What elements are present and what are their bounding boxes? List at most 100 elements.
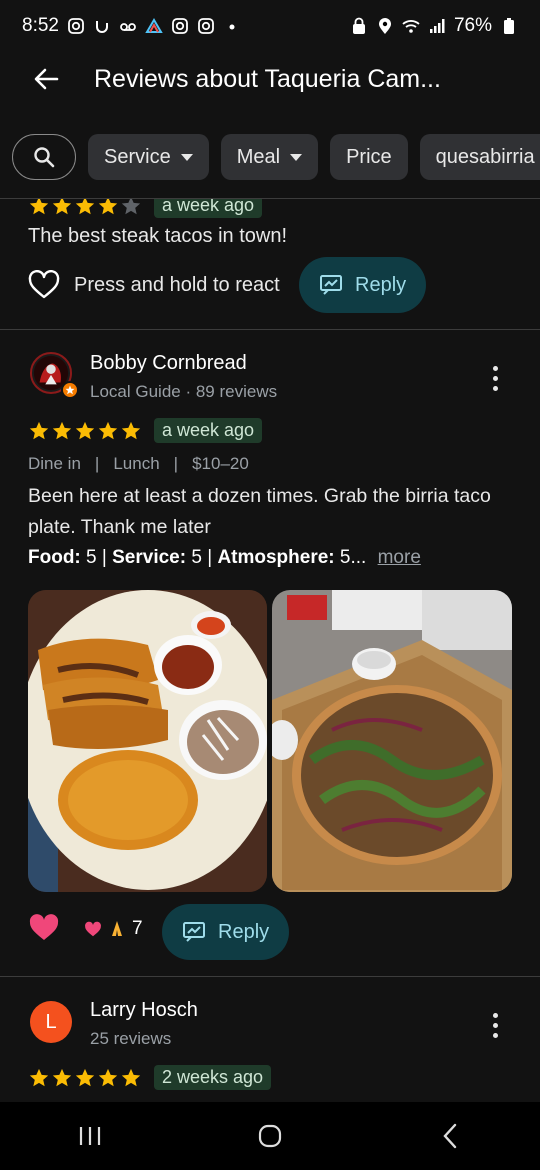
atmosphere-value: 5... (339, 547, 367, 568)
review-card-previous: a week ago The best steak tacos in town!… (0, 199, 540, 329)
praying-hands-icon (112, 921, 122, 936)
review-ratings: Food: 5 | Service: 5 | Atmosphere: 5... … (28, 547, 421, 568)
more-notifications-dot-icon (223, 17, 241, 35)
local-guide-badge-icon (61, 381, 79, 399)
star-rating (28, 420, 142, 442)
react-button[interactable]: Press and hold to react (28, 270, 280, 300)
chip-label: Price (346, 145, 392, 168)
back-button[interactable] (20, 53, 72, 105)
tag-dine-in: Dine in (28, 454, 81, 473)
tag-separator: | (94, 454, 100, 473)
reaction-summary[interactable]: 7 (84, 918, 143, 940)
reviewer-meta: 25 reviews (90, 1029, 172, 1048)
app-header: Reviews about Taqueria Cam... (0, 52, 540, 106)
reply-label: Reply (218, 920, 270, 943)
atmosphere-label: Atmosphere: (217, 547, 335, 568)
tag-price: $10–20 (192, 454, 249, 473)
more-options-icon[interactable] (483, 366, 507, 391)
page-title: Reviews about Taqueria Cam... (94, 64, 441, 93)
search-chip[interactable] (12, 134, 76, 180)
voicemail-icon (119, 17, 137, 35)
arrow-back-icon (34, 68, 59, 90)
review-card: Bobby Cornbread Local Guide · 89 reviews… (0, 330, 540, 976)
chip-label: quesabirria (435, 145, 535, 168)
tag-separator: | (173, 454, 179, 473)
react-button[interactable] (28, 913, 60, 948)
instagram-icon-2 (171, 17, 189, 35)
reviewer-meta: Local Guide · 89 reviews (90, 382, 278, 401)
star-filled-icon (29, 421, 49, 439)
chevron-down-icon (290, 153, 303, 161)
status-time: 8:52 (22, 15, 59, 36)
review-tags: Dine in | Lunch | $10–20 (28, 454, 249, 474)
avatar-initial: L (45, 1010, 57, 1033)
star-filled-icon (29, 199, 49, 214)
search-icon (34, 147, 55, 168)
service-label: Service: (112, 547, 187, 568)
tag-lunch: Lunch (113, 454, 160, 473)
home-button[interactable] (240, 1116, 300, 1156)
heart-filled-icon (29, 914, 59, 940)
system-nav-bar (0, 1102, 540, 1170)
service-value: 5 (191, 547, 202, 568)
recent-apps-icon (79, 1127, 101, 1145)
star-filled-icon (75, 421, 95, 439)
location-icon (376, 17, 394, 35)
star-filled-icon (29, 1068, 49, 1086)
reply-button[interactable]: Reply (162, 904, 290, 960)
chip-service[interactable]: Service (88, 134, 209, 180)
chip-quesabirria[interactable]: quesabirria (419, 134, 540, 180)
review-time-badge: 2 weeks ago (154, 1065, 272, 1090)
signal-icon (428, 17, 446, 35)
review-time-badge: a week ago (154, 418, 263, 443)
star-filled-icon (52, 421, 72, 439)
filter-chips: Service Meal Price quesabirria (0, 133, 540, 181)
reply-button[interactable]: Reply (299, 257, 427, 313)
star-rating (28, 199, 142, 217)
battery-percent: 76% (453, 15, 492, 36)
heart-reaction-icon (85, 921, 101, 936)
review-photo-pizza[interactable] (272, 590, 512, 892)
star-filled-icon (98, 421, 118, 439)
star-filled-icon (98, 1068, 118, 1086)
star-empty-icon (121, 199, 141, 214)
star-rating (28, 1067, 142, 1089)
home-icon (258, 1124, 282, 1148)
review-photo-birria-plate[interactable] (28, 590, 267, 892)
back-nav-button[interactable] (420, 1116, 480, 1156)
review-text: The best steak tacos in town! (28, 225, 288, 247)
reviewer-name[interactable]: Larry Hosch (90, 999, 198, 1022)
reviewer-name[interactable]: Bobby Cornbread (90, 352, 247, 375)
reply-label: Reply (355, 273, 407, 296)
reply-icon (320, 275, 342, 295)
avatar[interactable]: L (30, 1001, 72, 1043)
react-label: Press and hold to react (74, 273, 280, 296)
star-filled-icon (121, 421, 141, 439)
review-card: L Larry Hosch 25 reviews 2 weeks ago (0, 977, 540, 1102)
reaction-count: 7 (132, 918, 143, 939)
battery-icon (500, 17, 518, 35)
recent-apps-button[interactable] (60, 1116, 120, 1156)
more-link[interactable]: more (378, 547, 421, 568)
wifi-icon (402, 17, 420, 35)
chip-meal[interactable]: Meal (220, 134, 319, 180)
app-notification-icon (93, 17, 111, 35)
reply-icon (183, 922, 205, 942)
chip-label: Meal (236, 145, 281, 168)
more-options-icon[interactable] (483, 1013, 507, 1038)
chip-price[interactable]: Price (330, 134, 408, 180)
star-filled-icon (52, 199, 72, 214)
food-label: Food: (28, 547, 81, 568)
instagram-icon (67, 17, 85, 35)
chevron-left-icon (443, 1123, 457, 1149)
star-filled-icon (98, 199, 118, 214)
review-text: Been here at least a dozen times. Grab t… (28, 485, 491, 538)
home-app-icon (145, 17, 163, 35)
star-filled-icon (121, 1068, 141, 1086)
star-filled-icon (52, 1068, 72, 1086)
star-filled-icon (75, 1068, 95, 1086)
food-value: 5 (86, 547, 97, 568)
lock-icon (350, 17, 368, 35)
heart-outline-icon (28, 270, 60, 299)
status-bar: 8:52 76% (0, 0, 540, 52)
